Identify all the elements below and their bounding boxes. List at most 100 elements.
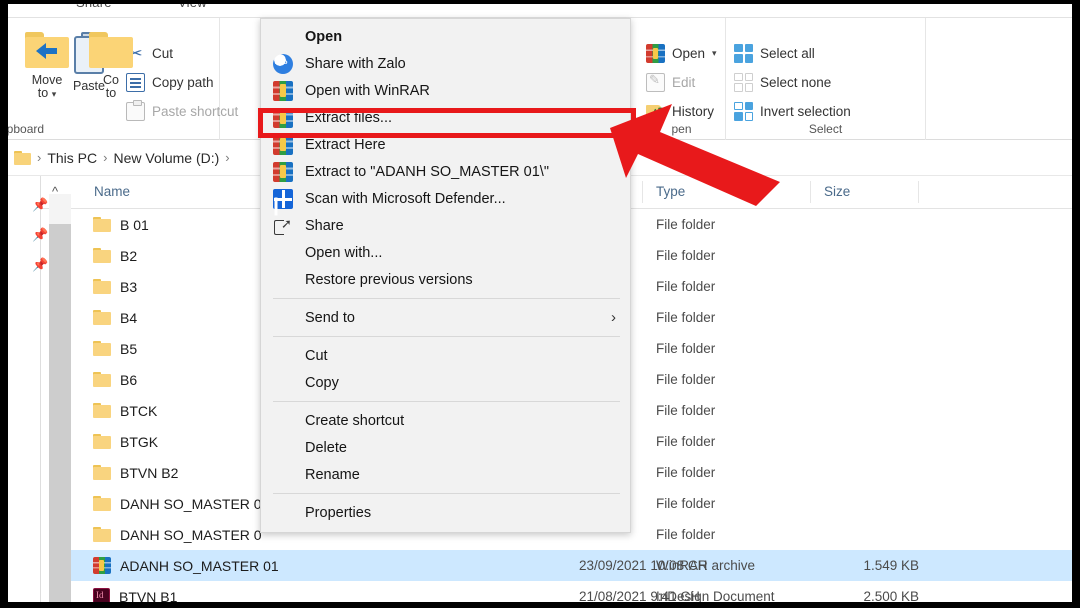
breadcrumb-item-this-pc[interactable]: This PC xyxy=(47,150,97,166)
letterbox-top xyxy=(0,0,1080,4)
context-menu-item[interactable]: Extract Here xyxy=(261,131,630,158)
context-menu-item[interactable]: Open with... xyxy=(261,239,630,266)
context-menu-item[interactable]: Open xyxy=(261,23,630,50)
folder-icon xyxy=(93,496,111,511)
table-row[interactable]: BTVN B121/08/2021 9:41 CHInDesign Docume… xyxy=(71,581,1072,604)
paste-shortcut-icon xyxy=(126,102,145,121)
file-name-cell[interactable]: BTVN B2 xyxy=(93,465,178,481)
context-menu-item[interactable]: Properties xyxy=(261,499,630,526)
winrar-icon xyxy=(273,81,293,101)
vertical-scrollbar[interactable] xyxy=(49,194,71,604)
context-menu-item-label: Restore previous versions xyxy=(305,272,473,288)
breadcrumb-separator: › xyxy=(103,150,107,165)
file-name-cell[interactable]: DANH SO_MASTER 0 xyxy=(93,527,262,543)
context-menu-item-label: Properties xyxy=(305,505,371,521)
select-all-button-label: Select all xyxy=(760,46,815,61)
context-menu[interactable]: Open Share with Zalo Open with WinRAR Extra… xyxy=(260,18,631,533)
context-menu-item-label: Extract to "ADANH SO_MASTER 01\" xyxy=(305,164,549,180)
table-row[interactable]: ADANH SO_MASTER 0123/09/2021 10:08 CHWin… xyxy=(71,550,1072,581)
file-name-cell[interactable]: B2 xyxy=(93,248,137,264)
context-menu-item[interactable]: Copy xyxy=(261,369,630,396)
file-name-label: BTVN B2 xyxy=(120,465,178,481)
pin-icon[interactable]: 📌 xyxy=(32,228,46,242)
context-menu-item-label: Copy xyxy=(305,375,339,391)
file-name-label: BTCK xyxy=(120,403,157,419)
copy-to-button-label-line2: to xyxy=(80,87,142,100)
folder-icon xyxy=(93,217,111,232)
context-menu-item[interactable]: Create shortcut xyxy=(261,407,630,434)
move-to-button[interactable]: Move to ▾ xyxy=(16,32,78,101)
tab-view[interactable]: View xyxy=(178,4,207,10)
column-divider[interactable] xyxy=(918,181,919,203)
file-type-cell: File folder xyxy=(656,403,715,418)
folder-icon xyxy=(93,279,111,294)
select-none-button[interactable]: Select none xyxy=(734,69,831,95)
folder-icon xyxy=(93,310,111,325)
context-menu-item[interactable]: Send to› xyxy=(261,304,630,331)
file-name-cell[interactable]: DANH SO_MASTER 0 xyxy=(93,496,262,512)
context-menu-item[interactable]: Scan with Microsoft Defender... xyxy=(261,185,630,212)
file-name-cell[interactable]: B5 xyxy=(93,341,137,357)
open-button[interactable]: Open ▾ xyxy=(646,40,717,66)
breadcrumb-item-new-volume[interactable]: New Volume (D:) xyxy=(113,150,219,166)
file-name-cell[interactable]: B4 xyxy=(93,310,137,326)
copy-to-button[interactable]: Co to xyxy=(80,32,142,100)
edit-button[interactable]: Edit xyxy=(646,69,695,95)
context-menu-item[interactable]: Share with Zalo xyxy=(261,50,630,77)
select-all-button[interactable]: Select all xyxy=(734,40,815,66)
edit-button-label: Edit xyxy=(672,75,695,90)
context-menu-item[interactable]: Share xyxy=(261,212,630,239)
folder-icon xyxy=(93,465,111,480)
context-menu-item[interactable]: Extract to "ADANH SO_MASTER 01\" xyxy=(261,158,630,185)
chevron-down-icon[interactable]: ▾ xyxy=(52,89,57,99)
folder-icon xyxy=(93,341,111,356)
move-to-folder-icon xyxy=(25,32,69,68)
chevron-down-icon[interactable]: ▾ xyxy=(712,48,717,59)
file-name-label: B2 xyxy=(120,248,137,264)
file-explorer-window: Share View ipboard Paste ✂ Cut Copy path xyxy=(8,4,1072,604)
select-none-icon xyxy=(734,73,753,92)
file-name-cell[interactable]: BTCK xyxy=(93,403,157,419)
context-menu-item[interactable]: Restore previous versions xyxy=(261,266,630,293)
cut-button-label: Cut xyxy=(152,46,173,61)
folder-icon xyxy=(93,372,111,387)
file-name-cell[interactable]: B 01 xyxy=(93,217,149,233)
folder-icon xyxy=(93,403,111,418)
winrar-icon xyxy=(273,135,293,155)
file-name-cell[interactable]: BTGK xyxy=(93,434,158,450)
folder-icon xyxy=(93,527,111,542)
file-type-cell: File folder xyxy=(656,217,715,232)
context-menu-item-label: Share xyxy=(305,218,344,234)
column-header-name[interactable]: Name xyxy=(94,184,130,199)
letterbox-bottom xyxy=(0,602,1080,608)
context-menu-item[interactable]: Cut xyxy=(261,342,630,369)
tab-share[interactable]: Share xyxy=(76,4,112,10)
column-header-size[interactable]: Size xyxy=(824,184,850,199)
context-menu-item[interactable]: Delete xyxy=(261,434,630,461)
context-menu-item[interactable]: Extract files... xyxy=(261,104,630,131)
file-name-label: B5 xyxy=(120,341,137,357)
ribbon-group-clipboard-label: ipboard xyxy=(8,122,219,136)
context-menu-item[interactable]: Open with WinRAR xyxy=(261,77,630,104)
file-name-label: B6 xyxy=(120,372,137,388)
context-menu-item[interactable]: Rename xyxy=(261,461,630,488)
file-name-label: DANH SO_MASTER 0 xyxy=(120,496,262,512)
file-name-cell[interactable]: B3 xyxy=(93,279,137,295)
pin-icon[interactable]: 📌 xyxy=(32,198,46,212)
folder-icon xyxy=(14,151,31,165)
file-name-cell[interactable]: B6 xyxy=(93,372,137,388)
context-menu-item-label: Open with WinRAR xyxy=(305,83,430,99)
scrollbar-thumb[interactable] xyxy=(49,224,71,604)
context-menu-item-label: Open xyxy=(305,29,342,45)
file-type-cell: File folder xyxy=(656,496,715,511)
scroll-up-icon[interactable] xyxy=(49,194,71,220)
file-name-label: BTGK xyxy=(120,434,158,450)
defender-icon xyxy=(273,189,293,209)
chevron-right-icon[interactable]: › xyxy=(611,309,616,326)
file-name-cell[interactable]: ADANH SO_MASTER 01 xyxy=(93,557,279,574)
file-type-cell: File folder xyxy=(656,248,715,263)
context-menu-item-label: Extract files... xyxy=(305,110,392,126)
pin-icon[interactable]: 📌 xyxy=(32,258,46,272)
share-icon xyxy=(273,216,293,236)
folder-icon xyxy=(93,248,111,263)
